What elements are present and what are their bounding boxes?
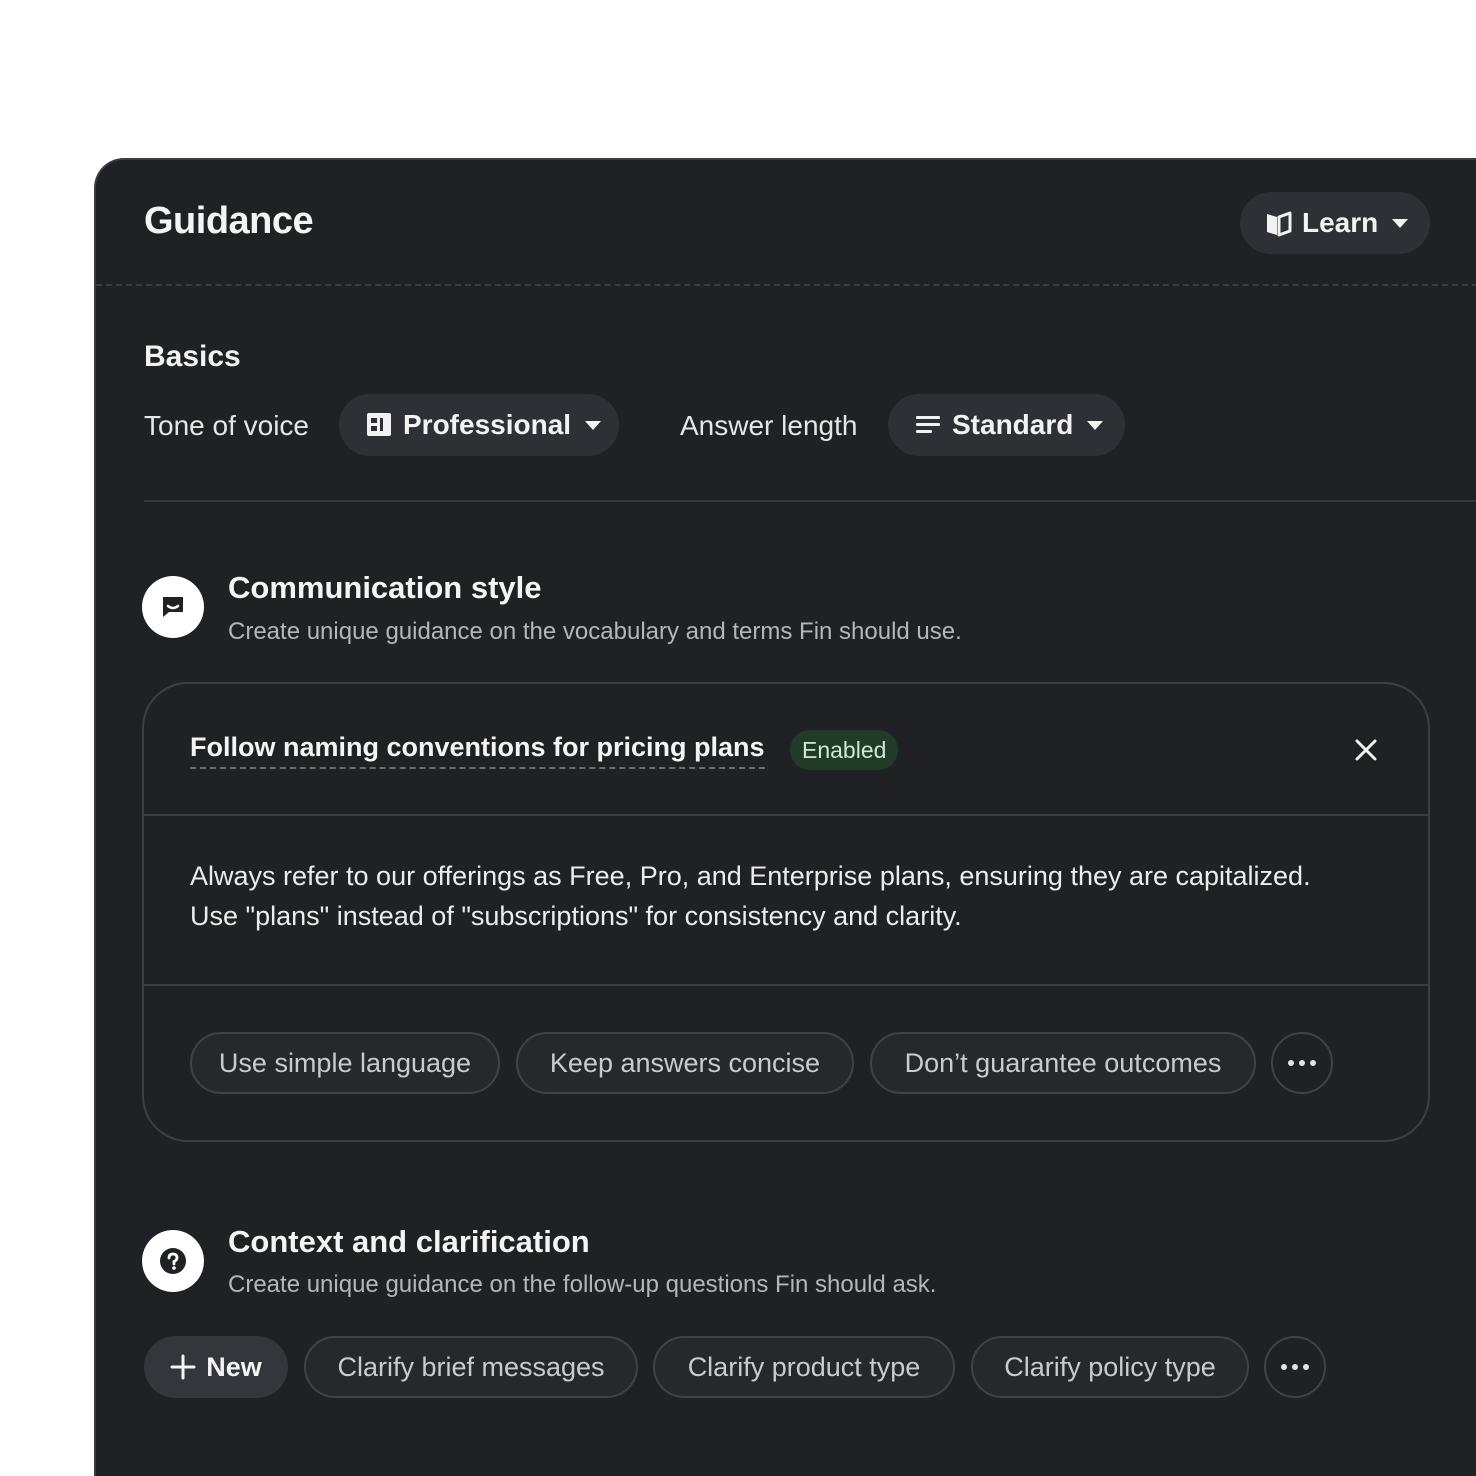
length-value: Standard [952,409,1074,440]
suggestion-chip[interactable]: Clarify brief messages [304,1336,638,1398]
new-label: New [206,1351,262,1382]
rule-title[interactable]: Follow naming conventions for pricing pl… [190,732,765,769]
answer-length-label: Answer length [680,410,858,441]
learn-label: Learn [1302,207,1379,238]
page-title: Guidance [144,200,314,242]
tone-of-voice-label: Tone of voice [144,410,309,441]
status-badge: Enabled [790,730,899,770]
section-divider [144,500,1476,502]
context-clarification-title: Context and clarification [228,1224,590,1259]
rule-body: Always refer to our offerings as Free, P… [190,856,1390,936]
communication-style-description: Create unique guidance on the vocabulary… [228,618,962,645]
chevron-down-icon [1087,420,1104,430]
suggestion-chip[interactable]: Clarify product type [653,1336,955,1398]
context-clarification-description: Create unique guidance on the follow-up … [228,1271,937,1298]
basics-title: Basics [144,340,241,373]
communication-style-title: Communication style [228,570,542,605]
answer-length-dropdown[interactable]: Standard [888,394,1125,456]
suggestion-chip[interactable]: Clarify policy type [971,1336,1249,1398]
rule-body-line: Always refer to our offerings as Free, P… [190,861,1311,891]
guidance-rule-card: Follow naming conventions for pricing pl… [142,682,1430,1142]
book-icon [1264,208,1294,238]
more-icon[interactable] [1264,1336,1326,1398]
learn-button[interactable]: Learn [1240,192,1430,254]
question-icon [142,1230,204,1292]
plus-icon [170,1354,196,1380]
rule-body-line: Use "plans" instead of "subscriptions" f… [190,901,962,931]
chat-icon [142,576,204,638]
chevron-down-icon [1392,218,1409,228]
panel-header: Guidance Learn [96,160,1476,286]
suggestion-chip[interactable]: Use simple language [190,1032,500,1094]
rule-card-divider [144,984,1428,986]
guidance-panel: Guidance Learn Basics Tone of voice Prof… [94,158,1476,1476]
chevron-down-icon [585,420,602,430]
suggestion-chip[interactable]: Keep answers concise [516,1032,854,1094]
close-icon[interactable] [1350,734,1382,766]
rule-card-header: Follow naming conventions for pricing pl… [144,684,1428,816]
suggestion-chip[interactable]: Don’t guarantee outcomes [870,1032,1256,1094]
new-button[interactable]: New [144,1336,288,1398]
lines-icon [914,410,944,440]
tone-value: Professional [403,409,572,440]
more-icon[interactable] [1271,1032,1333,1094]
tone-of-voice-dropdown[interactable]: Professional [339,394,619,456]
building-icon [365,410,395,440]
